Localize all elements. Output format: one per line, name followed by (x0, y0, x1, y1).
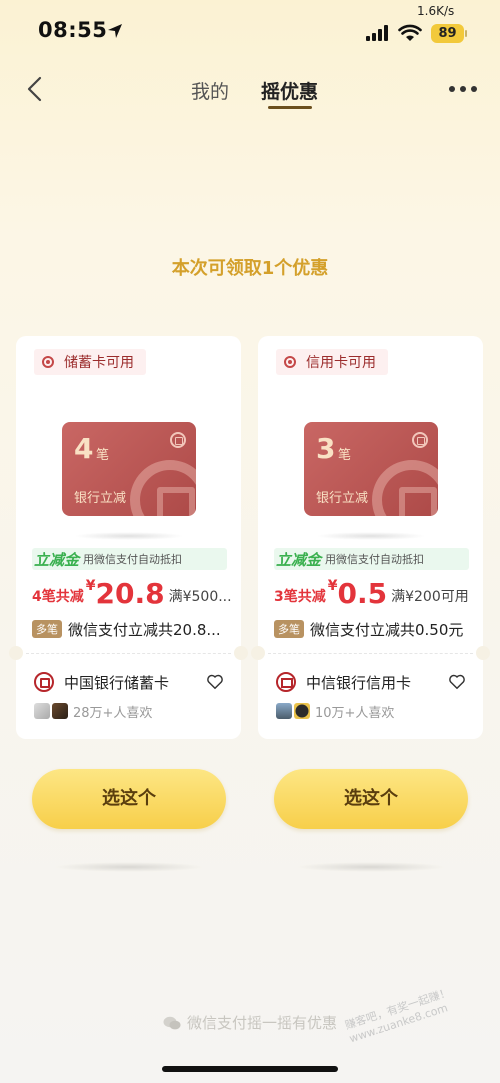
bank-card-graphic: 4 笔 银行立减 (62, 422, 196, 516)
card-count: 3 (316, 432, 336, 465)
ticket-notch (251, 646, 265, 660)
status-bar: 08:55 1.6K/s 89 (0, 0, 500, 60)
lijianjin-desc: 用微信支付自动抵扣 (83, 553, 183, 566)
avatar (34, 703, 50, 719)
choose-button-boc[interactable]: 选这个 (32, 769, 226, 829)
usable-tag-label: 储蓄卡可用 (64, 355, 134, 371)
wechat-icon (163, 1016, 181, 1029)
top-nav: 我的 摇优惠 (0, 60, 500, 120)
active-tab-indicator (268, 106, 312, 109)
multi-tag: 多笔 (274, 620, 304, 638)
bank-row: 中信银行信用卡 (276, 670, 466, 694)
offer-card-boc-debit[interactable]: 储蓄卡可用 4 笔 银行立减 立减金 用微信支付自动抵扣 4笔共减 ¥ 20.8… (9, 336, 248, 739)
bank-logo-icon (412, 432, 428, 448)
lijianjin-bar: 立减金 用微信支付自动抵扣 (274, 548, 469, 570)
bank-logo-watermark-icon (372, 460, 438, 516)
multi-text: 微信支付立减共0.50元 (310, 620, 464, 639)
home-indicator[interactable] (162, 1066, 338, 1072)
offer-card-citic-credit[interactable]: 信用卡可用 3 笔 银行立减 立减金 用微信支付自动抵扣 3笔共减 ¥ 0.5 … (251, 336, 490, 739)
ticket-notch (476, 646, 490, 660)
card-type-icon (284, 356, 296, 368)
usable-tag: 储蓄卡可用 (34, 349, 146, 375)
location-arrow-icon (108, 24, 122, 38)
multi-row: 多笔 微信支付立减共0.50元 (274, 618, 474, 640)
tab-mine[interactable]: 我的 (191, 77, 229, 104)
likes-count: 10万+人喜欢 (315, 705, 395, 721)
choose-button-citic[interactable]: 选这个 (274, 769, 468, 829)
reduce-amount: 0.5 (337, 577, 388, 610)
lijianjin-title: 立减金 (34, 550, 80, 569)
bank-logo-watermark-icon (130, 460, 196, 516)
heart-icon[interactable] (448, 673, 466, 691)
card-shadow (74, 532, 184, 540)
card-count-unit: 笔 (338, 448, 352, 463)
likes-row: 28万+人喜欢 (34, 701, 152, 721)
avatar (294, 703, 310, 719)
ticket-notch (234, 646, 248, 660)
battery-icon: 89 (431, 24, 464, 43)
chevron-left-icon[interactable] (24, 74, 48, 104)
reduce-condition: 满¥200可用 (391, 589, 469, 605)
lijianjin-desc: 用微信支付自动抵扣 (325, 553, 425, 566)
citic-logo-icon (276, 672, 296, 692)
reduce-row: 3笔共减 ¥ 0.5 满¥200可用 (274, 574, 469, 610)
ticket-notch (9, 646, 23, 660)
page-headline: 本次可领取1个优惠 (171, 258, 329, 279)
lijianjin-title: 立减金 (276, 550, 322, 569)
wifi-icon (398, 24, 422, 41)
boc-logo-icon (34, 672, 54, 692)
usable-tag: 信用卡可用 (276, 349, 388, 375)
avatar (52, 703, 68, 719)
card-shadow (316, 532, 426, 540)
watermark: 赚客吧，有奖一起赚！ www.zuanke8.com (343, 986, 456, 1047)
card-count: 4 (74, 432, 94, 465)
bank-card-graphic: 3 笔 银行立减 (304, 422, 438, 516)
multi-text: 微信支付立减共20.8... (68, 620, 221, 639)
reduce-prefix: 4笔共减 (32, 589, 84, 605)
multi-row: 多笔 微信支付立减共20.8... (32, 618, 232, 640)
likes-count: 28万+人喜欢 (73, 705, 153, 721)
reduce-row: 4笔共减 ¥ 20.8 满¥500... (32, 574, 232, 610)
likes-row: 10万+人喜欢 (276, 701, 394, 721)
dashed-divider (268, 653, 473, 654)
heart-icon[interactable] (206, 673, 224, 691)
reduce-prefix: 3笔共减 (274, 589, 326, 605)
button-shadow (54, 862, 204, 872)
multi-tag: 多笔 (32, 620, 62, 638)
cellular-signal-icon (366, 25, 392, 41)
bank-name: 中信银行信用卡 (306, 673, 412, 692)
card-text: 银行立减 (316, 491, 369, 506)
dashed-divider (26, 653, 231, 654)
battery-tip (465, 30, 467, 37)
bank-row: 中国银行储蓄卡 (34, 670, 224, 694)
reduce-condition: 满¥500... (168, 589, 232, 605)
lijianjin-bar: 立减金 用微信支付自动抵扣 (32, 548, 227, 570)
more-dots-icon[interactable] (449, 86, 479, 94)
card-type-icon (42, 356, 54, 368)
currency-symbol: ¥ (327, 578, 338, 594)
bank-name: 中国银行储蓄卡 (64, 673, 170, 692)
reduce-amount: 20.8 (95, 577, 165, 610)
network-speed: 1.6K/s (417, 4, 455, 18)
avatar (276, 703, 292, 719)
footer-text: 微信支付摇一摇有优惠 (186, 1014, 337, 1032)
usable-tag-label: 信用卡可用 (306, 355, 376, 371)
card-count-unit: 笔 (96, 448, 110, 463)
button-shadow (296, 862, 446, 872)
status-time: 08:55 (38, 18, 108, 42)
tab-shake-discount[interactable]: 摇优惠 (261, 77, 318, 104)
card-text: 银行立减 (74, 491, 127, 506)
currency-symbol: ¥ (85, 578, 96, 594)
bank-logo-icon (170, 432, 186, 448)
